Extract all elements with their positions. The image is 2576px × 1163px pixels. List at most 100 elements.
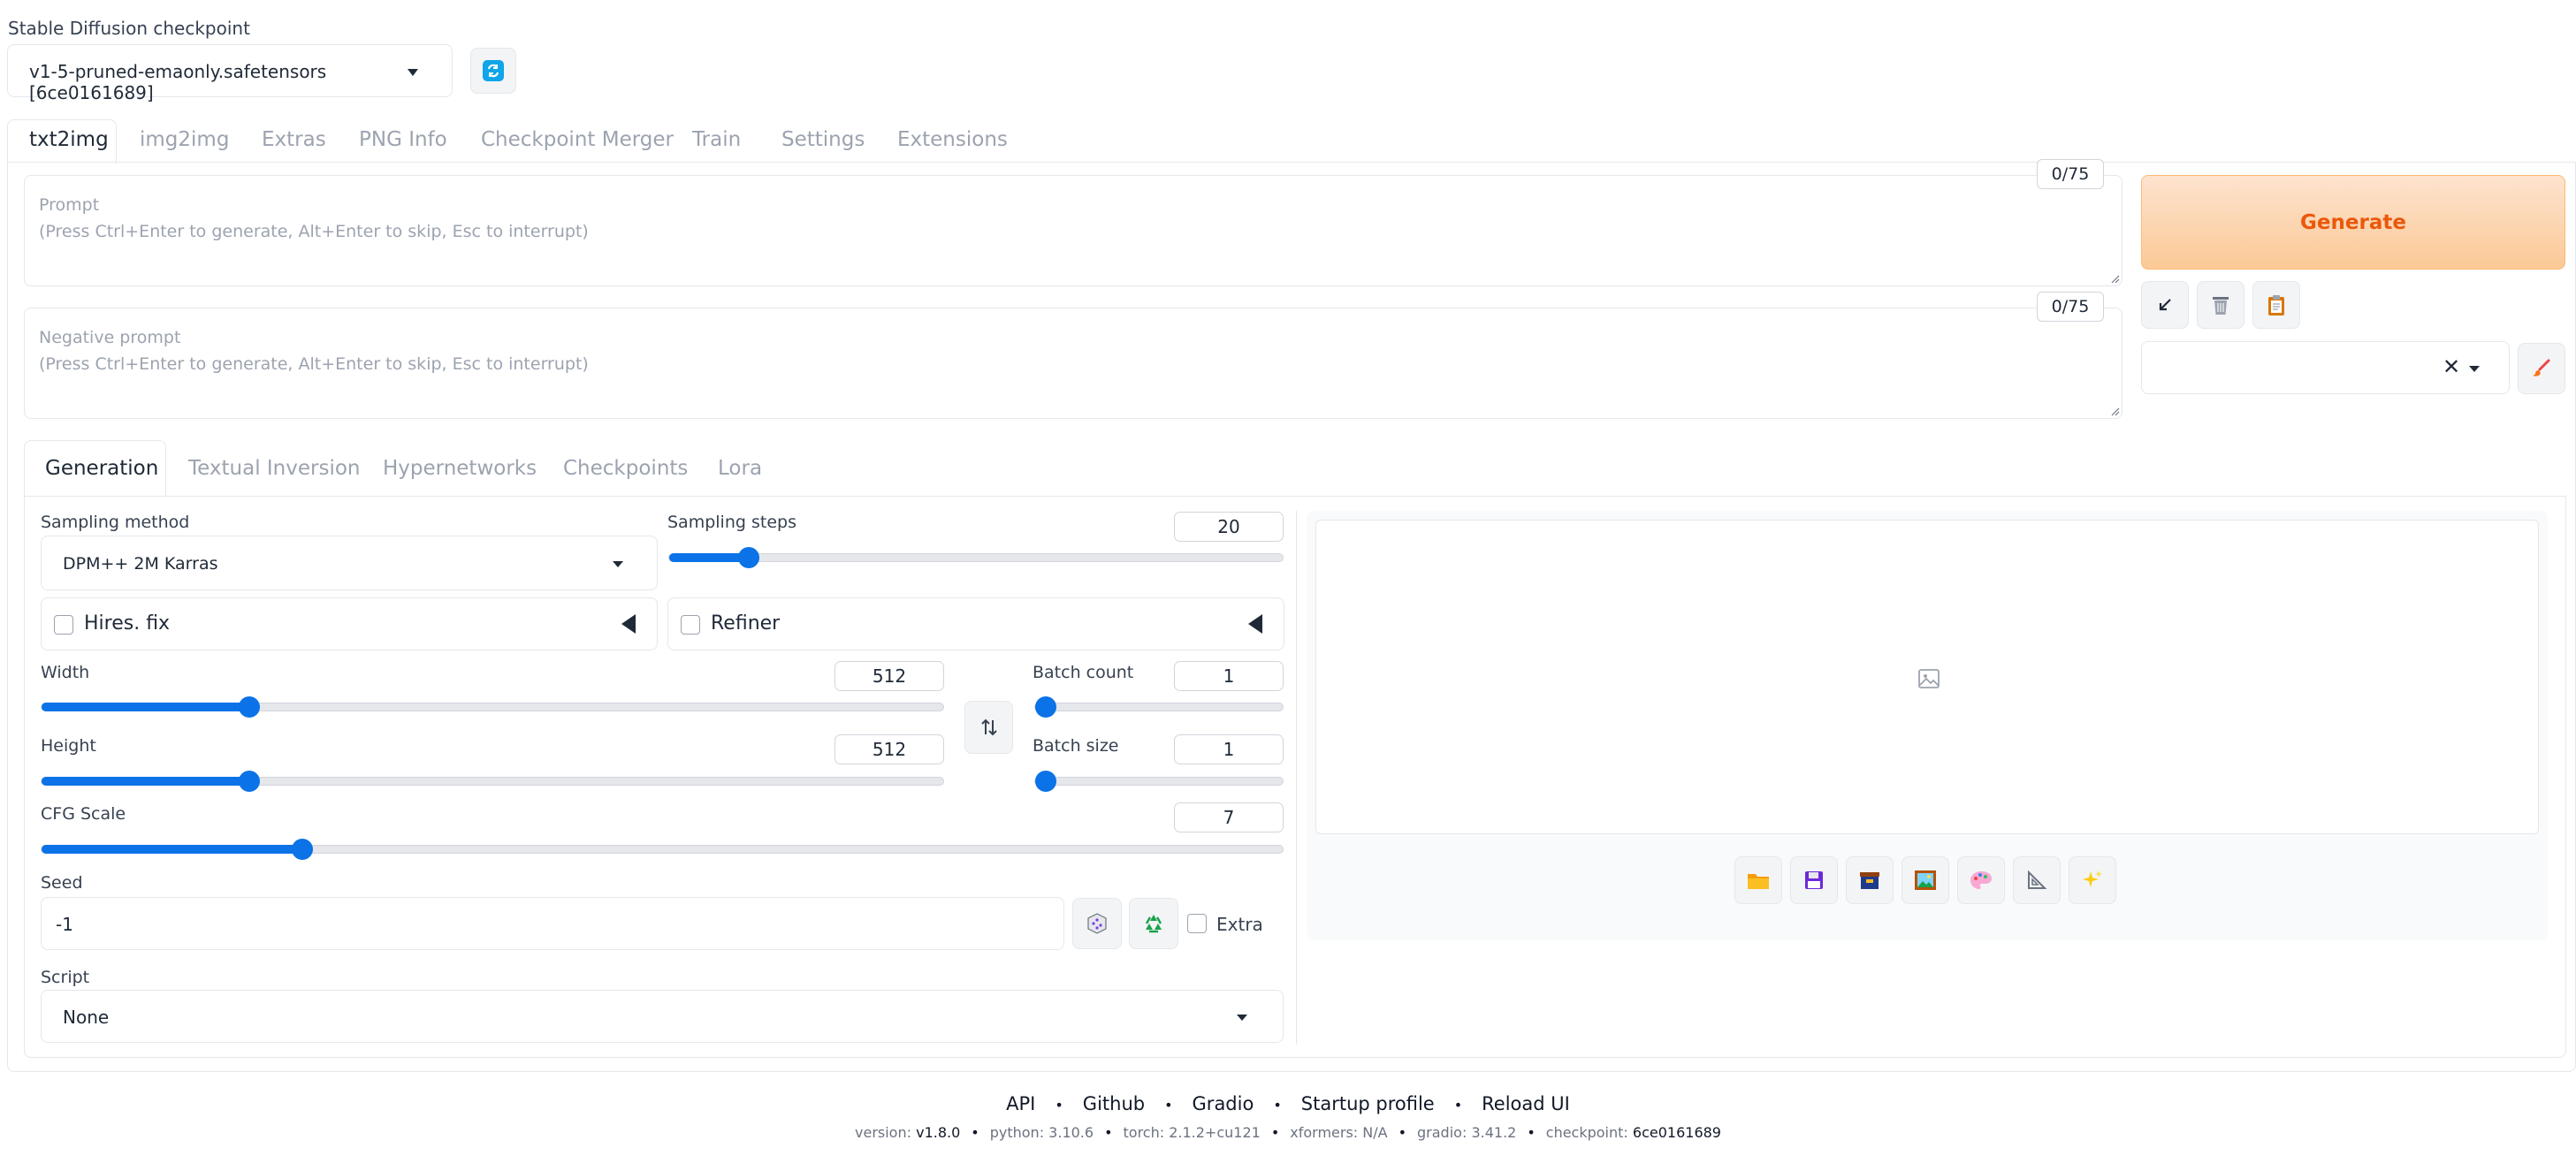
- arrow-down-left-icon: [2159, 299, 2171, 311]
- checkpoint-hash-value: 6ce0161689: [1632, 1124, 1721, 1141]
- footer-separator: •: [1273, 1097, 1282, 1114]
- torch-value: 2.1.2+cu121: [1169, 1124, 1261, 1141]
- seed-input[interactable]: -1: [41, 897, 1064, 950]
- tab-train[interactable]: Train: [692, 128, 741, 151]
- folder-icon: [1748, 874, 1769, 889]
- hires-fix-accordion[interactable]: Hires. fix: [41, 597, 658, 650]
- slider-thumb[interactable]: [1035, 696, 1056, 718]
- zip-button[interactable]: [1846, 856, 1894, 904]
- batch-count-input[interactable]: 1: [1174, 661, 1284, 691]
- batch-size-label: Batch size: [1033, 736, 1119, 756]
- footer-versions: version: v1.8.0 • python: 3.10.6 • torch: 2.…: [855, 1124, 1721, 1141]
- tab-png-info[interactable]: PNG Info: [359, 128, 447, 151]
- width-slider[interactable]: [41, 696, 944, 718]
- slider-thumb[interactable]: [239, 696, 260, 718]
- batch-count-slider[interactable]: [1034, 696, 1284, 718]
- python-value: 3.10.6: [1048, 1124, 1094, 1141]
- footer-link-reload-ui[interactable]: Reload UI: [1482, 1093, 1570, 1114]
- recycle-icon: [1145, 915, 1162, 933]
- prompt-textarea[interactable]: Prompt (Press Ctrl+Enter to generate, Al…: [24, 175, 2123, 286]
- dice-icon: [1087, 913, 1107, 934]
- resize-handle-icon[interactable]: [2109, 273, 2120, 284]
- tab-settings[interactable]: Settings: [781, 128, 865, 151]
- slider-thumb[interactable]: [292, 839, 313, 860]
- random-seed-button[interactable]: [1072, 898, 1122, 949]
- trash-icon: [2213, 297, 2229, 315]
- send-to-extras-button[interactable]: [2013, 856, 2061, 904]
- cfg-scale-input[interactable]: 7: [1174, 802, 1284, 832]
- swap-dimensions-button[interactable]: [964, 701, 1013, 754]
- negative-prompt-token-counter: 0/75: [2037, 292, 2104, 322]
- paste-button[interactable]: [2252, 281, 2300, 329]
- width-label: Width: [41, 663, 90, 682]
- sampling-steps-input[interactable]: 20: [1174, 512, 1284, 542]
- framed-picture-icon: [1915, 870, 1936, 890]
- tab-extensions[interactable]: Extensions: [897, 128, 1008, 151]
- send-to-inpaint-button[interactable]: [1957, 856, 2005, 904]
- cfg-scale-slider[interactable]: [41, 839, 1284, 860]
- generate-button[interactable]: Generate: [2141, 175, 2565, 270]
- clear-styles-icon[interactable]: ✕: [2443, 354, 2460, 379]
- slider-fill: [42, 845, 302, 854]
- edit-styles-button[interactable]: [2518, 343, 2565, 394]
- hires-fix-checkbox[interactable]: [54, 615, 73, 635]
- tab-extras[interactable]: Extras: [262, 128, 326, 151]
- footer-link-github[interactable]: Github: [1083, 1093, 1145, 1114]
- sampling-method-value: DPM++ 2M Karras: [63, 554, 218, 574]
- artist-palette-icon: [1970, 871, 1992, 889]
- negative-prompt-textarea[interactable]: Negative prompt (Press Ctrl+Enter to gen…: [24, 308, 2123, 419]
- batch-size-input[interactable]: 1: [1174, 734, 1284, 764]
- height-input[interactable]: 512: [835, 734, 944, 764]
- upscale-button[interactable]: [2069, 856, 2116, 904]
- tab-img2img[interactable]: img2img: [140, 128, 229, 151]
- resize-handle-icon[interactable]: [2109, 406, 2120, 416]
- tab-txt2img[interactable]: txt2img: [29, 128, 109, 151]
- batch-size-slider[interactable]: [1034, 771, 1284, 792]
- slider-thumb[interactable]: [239, 771, 260, 792]
- tab-checkpoint-merger[interactable]: Checkpoint Merger: [481, 128, 674, 151]
- prompt-token-counter: 0/75: [2037, 159, 2104, 189]
- send-to-img2img-button[interactable]: [1902, 856, 1949, 904]
- output-image-area[interactable]: [1315, 520, 2539, 834]
- styles-select[interactable]: ✕: [2141, 341, 2510, 394]
- subtab-hypernetworks[interactable]: Hypernetworks: [383, 457, 537, 480]
- refiner-accordion[interactable]: Refiner: [667, 597, 1284, 650]
- subtab-generation[interactable]: Generation: [45, 457, 158, 480]
- seed-label: Seed: [41, 873, 83, 893]
- collapse-triangle-icon[interactable]: [1248, 614, 1262, 634]
- sampling-method-label: Sampling method: [41, 513, 190, 532]
- image-placeholder-icon: [1918, 669, 1940, 688]
- footer-link-startup-profile[interactable]: Startup profile: [1301, 1093, 1435, 1114]
- footer-links: API • Github • Gradio • Startup profile • Reload…: [0, 1093, 2576, 1114]
- refiner-checkbox[interactable]: [681, 615, 700, 635]
- clear-prompt-button[interactable]: [2197, 281, 2244, 329]
- width-input[interactable]: 512: [835, 661, 944, 691]
- height-label: Height: [41, 736, 96, 756]
- gradio-label: gradio:: [1417, 1124, 1467, 1141]
- slider-thumb[interactable]: [738, 547, 759, 568]
- sampling-method-select[interactable]: DPM++ 2M Karras: [41, 536, 658, 590]
- collapse-triangle-icon[interactable]: [621, 614, 636, 634]
- chevron-down-icon: [613, 561, 623, 567]
- script-select[interactable]: None: [41, 990, 1284, 1043]
- subtab-lora[interactable]: Lora: [718, 457, 762, 480]
- sparkles-icon: [2083, 870, 2102, 887]
- footer-link-api[interactable]: API: [1006, 1093, 1035, 1114]
- refresh-checkpoint-button[interactable]: [470, 48, 516, 94]
- read-params-button[interactable]: [2141, 281, 2189, 329]
- subtab-checkpoints[interactable]: Checkpoints: [563, 457, 688, 480]
- save-button[interactable]: [1790, 856, 1838, 904]
- checkpoint-select[interactable]: v1-5-pruned-emaonly.safetensors [6ce0161…: [7, 44, 453, 103]
- footer-link-gradio[interactable]: Gradio: [1193, 1093, 1254, 1114]
- subtab-textual-inversion[interactable]: Textual Inversion: [188, 457, 361, 480]
- sampling-steps-slider[interactable]: [668, 547, 1284, 568]
- slider-thumb[interactable]: [1035, 771, 1056, 792]
- torch-label: torch:: [1123, 1124, 1165, 1141]
- clipboard-icon: [2268, 295, 2284, 315]
- height-slider[interactable]: [41, 771, 944, 792]
- prompt-placeholder: Prompt (Press Ctrl+Enter to generate, Al…: [39, 195, 589, 241]
- footer-separator: •: [1164, 1097, 1173, 1114]
- reuse-seed-button[interactable]: [1129, 898, 1178, 949]
- extra-seed-checkbox[interactable]: [1187, 914, 1207, 933]
- open-folder-button[interactable]: [1734, 856, 1782, 904]
